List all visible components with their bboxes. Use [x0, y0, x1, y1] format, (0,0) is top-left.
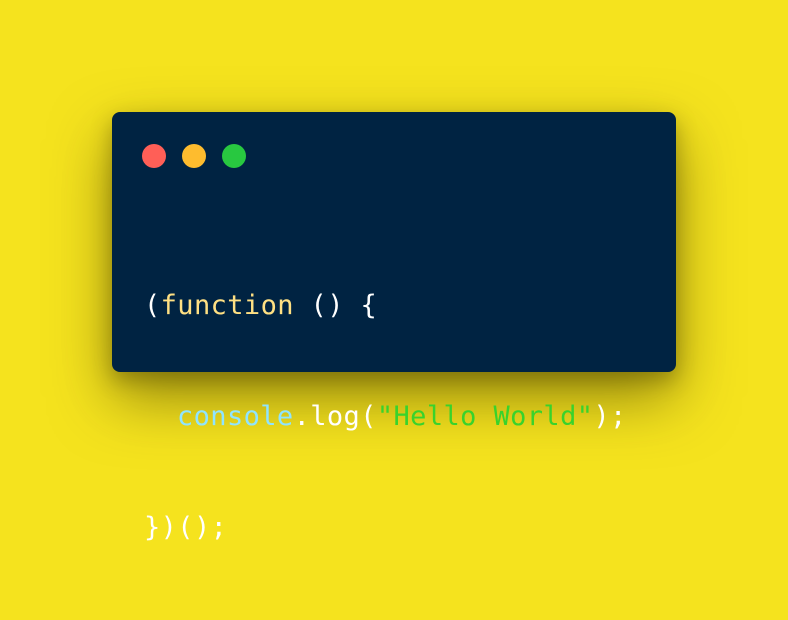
code-line-1: (function () { [144, 287, 627, 324]
function-keyword: function [160, 290, 294, 321]
close-dot-icon[interactable] [142, 144, 166, 168]
call-open-paren: ( [360, 401, 377, 432]
log-method: log [310, 401, 361, 432]
member-dot: . [293, 401, 311, 432]
code-window: (function () { console.log("Hello World"… [112, 112, 676, 543]
code-line-2: console.log("Hello World"); [144, 398, 627, 435]
minimize-dot-icon[interactable] [182, 144, 206, 168]
function-signature: () { [293, 290, 378, 321]
call-close: ); [593, 401, 627, 432]
iife-close: })(); [144, 512, 228, 543]
code-block: (function () { console.log("Hello World"… [144, 213, 627, 620]
console-object: console [177, 401, 294, 432]
code-line-3: })(); [144, 509, 627, 546]
hello-world-string: "Hello World" [376, 401, 594, 432]
open-paren: ( [144, 290, 161, 321]
maximize-dot-icon[interactable] [222, 144, 246, 168]
